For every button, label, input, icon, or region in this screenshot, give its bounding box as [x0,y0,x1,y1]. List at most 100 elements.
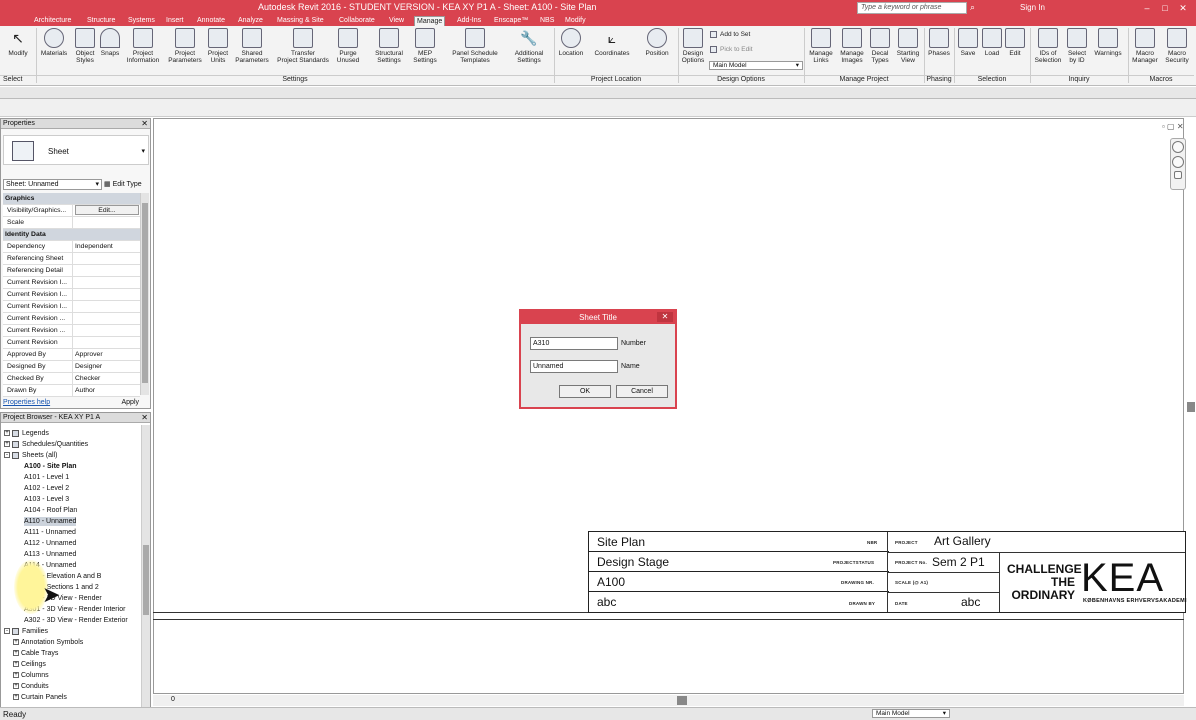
close-icon[interactable]: ✕ [1176,2,1190,14]
browser-item[interactable]: A102 - Level 2 [24,484,69,493]
tab-annotate[interactable]: Annotate [195,16,227,26]
mep-settings-button[interactable]: MEP Settings [408,28,442,64]
tab-modify[interactable]: Modify [563,16,588,26]
tab-add-ins[interactable]: Add-Ins [455,16,483,26]
edit-selection-button[interactable]: Edit [1004,28,1026,57]
browser-item[interactable]: A100 - Site Plan [24,462,77,471]
sign-in-link[interactable]: Sign In [1020,3,1045,12]
property-value[interactable]: Independent [72,241,140,252]
structural-settings-button[interactable]: Structural Settings [370,28,408,64]
expand-icon[interactable]: + [13,650,19,657]
tab-insert[interactable]: Insert [164,16,186,26]
property-value[interactable] [72,265,140,276]
property-value[interactable]: Author [72,385,140,396]
property-row[interactable]: Current Revision I... [3,301,140,313]
active-design-option-select[interactable]: Main Model ▾ [872,709,950,718]
macro-security-button[interactable]: Macro Security [1162,28,1192,64]
sheet-number-field[interactable]: A310 [530,337,618,350]
property-value[interactable] [72,301,140,312]
decal-types-button[interactable]: Decal Types [867,28,893,64]
select-panel-label[interactable]: Select [0,75,36,84]
starting-view-button[interactable]: Starting View [893,28,923,64]
load-selection-button[interactable]: Load [981,28,1003,57]
property-value[interactable]: Edit... [72,205,140,216]
add-to-set-button[interactable]: Add to Set [710,31,750,38]
browser-item[interactable]: + Schedules/Quantities [4,440,88,449]
edit-type-button[interactable]: ▦ Edit Type [104,179,142,190]
zoom-icon[interactable] [1172,156,1184,168]
close-icon[interactable]: ✕ [657,312,673,322]
manage-links-button[interactable]: Manage Links [806,28,836,64]
visibility-edit-button[interactable]: Edit... [75,205,139,215]
position-button[interactable]: Position [640,28,674,57]
property-row[interactable]: Referencing Sheet [3,253,140,265]
browser-item[interactable]: - Sheets (all) [4,451,57,460]
browser-item[interactable]: A101 - Level 1 [24,473,69,482]
object-styles-button[interactable]: Object Styles [71,28,99,64]
collapse-icon[interactable]: - [4,628,10,635]
browser-item[interactable]: + Annotation Symbols [13,638,83,647]
project-information-button[interactable]: Project Information [122,28,164,64]
property-row[interactable]: Referencing Detail [3,265,140,277]
modify-button[interactable]: ↖ Modify [4,28,32,57]
property-group[interactable]: Graphics [3,193,140,205]
property-row[interactable]: Current Revision I... [3,289,140,301]
property-value[interactable] [72,289,140,300]
apply-button[interactable]: Apply [121,397,139,408]
property-row[interactable]: Current Revision [3,337,140,349]
ids-of-selection-button[interactable]: IDs of Selection [1032,28,1064,64]
property-group[interactable]: Identity Data [3,229,140,241]
tab-view[interactable]: View [387,16,406,26]
expand-icon[interactable]: + [4,430,10,437]
type-selector[interactable]: Sheet ▾ [3,135,149,165]
browser-item[interactable]: + Columns [13,671,49,680]
transfer-project-standards-button[interactable]: Transfer Project Standards [272,28,334,64]
save-selection-button[interactable]: Save [956,28,980,57]
property-value[interactable] [72,337,140,348]
property-value[interactable] [72,325,140,336]
search-input[interactable]: Type a keyword or phrase [857,2,967,14]
navigation-bar[interactable] [1170,138,1186,190]
properties-scrollbar[interactable] [140,193,149,395]
property-value[interactable] [72,253,140,264]
property-row[interactable]: Current Revision I... [3,277,140,289]
property-value[interactable]: Checker [72,373,140,384]
tab-nbs[interactable]: NBS [538,16,556,26]
location-button[interactable]: Location [555,28,587,57]
cancel-button[interactable]: Cancel [616,385,668,398]
warnings-button[interactable]: Warnings [1090,28,1126,57]
browser-item[interactable]: A112 - Unnamed [24,539,76,548]
binoculars-icon[interactable]: ⌕ [970,2,975,13]
tab-structure[interactable]: Structure [85,16,117,26]
browser-item[interactable]: - Families [4,627,48,636]
panel-schedule-templates-button[interactable]: Panel Schedule Templates [446,28,504,64]
property-value[interactable]: Designer [72,361,140,372]
project-parameters-button[interactable]: Project Parameters [165,28,205,64]
coordinates-button[interactable]: ⟀ Coordinates [590,28,634,57]
properties-help-link[interactable]: Properties help [3,399,50,406]
navbar-menu-icon[interactable] [1174,171,1182,179]
browser-item[interactable]: A104 - Roof Plan [24,506,77,515]
minimize-icon[interactable]: – [1140,2,1154,14]
expand-icon[interactable]: + [13,694,19,701]
phases-button[interactable]: Phases [926,28,952,57]
browser-item[interactable]: + Conduits [13,682,49,691]
expand-icon[interactable]: + [13,683,19,690]
instance-filter-select[interactable]: Sheet: Unnamed ▾ [3,179,102,190]
maximize-icon[interactable]: □ [1158,2,1172,14]
tab-manage[interactable]: Manage [414,16,446,26]
collapse-icon[interactable]: - [4,452,10,459]
tab-architecture[interactable]: Architecture [32,16,73,26]
browser-item[interactable]: A110 - Unnamed [24,517,77,526]
sheet-name-field[interactable]: Unnamed [530,360,618,373]
materials-button[interactable]: Materials [38,28,70,57]
property-row[interactable]: Current Revision ... [3,313,140,325]
property-row[interactable]: Designed By Designer [3,361,140,373]
tab-enscape[interactable]: Enscape™ [492,16,530,26]
property-value[interactable] [72,277,140,288]
view-window-controls[interactable]: ▫ ▢ ✕ [1162,122,1184,131]
property-row[interactable]: Drawn By Author [3,385,140,397]
browser-item[interactable]: A302 - 3D View - Render Exterior [24,616,128,625]
tab-analyze[interactable]: Analyze [236,16,265,26]
close-icon[interactable]: ✕ [141,119,148,129]
